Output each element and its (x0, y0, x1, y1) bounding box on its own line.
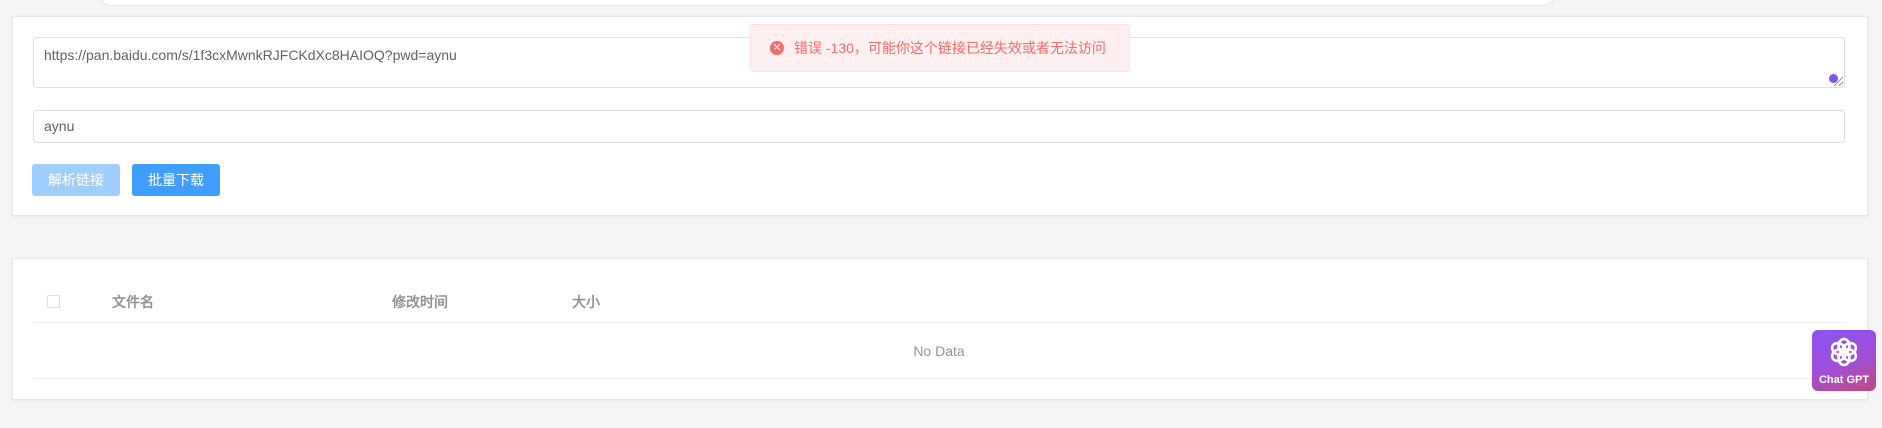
password-input[interactable]: aynu (33, 110, 1845, 143)
error-circle-icon: ✕ (770, 41, 784, 55)
extension-indicator-dot[interactable] (1829, 74, 1838, 83)
column-header-filename[interactable]: 文件名 (112, 293, 154, 311)
column-header-size[interactable]: 大小 (572, 293, 600, 311)
chatgpt-label: Chat GPT (1818, 374, 1870, 386)
share-url-text: https://pan.baidu.com/s/1f3cxMwnkRJFCKdX… (44, 47, 457, 63)
batch-download-button[interactable]: 批量下载 (132, 164, 220, 196)
openai-logo-icon (1830, 337, 1858, 367)
table-header-row: 文件名 修改时间 大小 (33, 281, 1845, 323)
error-message-text: 错误 -130，可能你这个链接已经失效或者无法访问 (794, 40, 1106, 56)
file-list-card: 文件名 修改时间 大小 No Data (12, 258, 1868, 400)
password-text: aynu (44, 118, 75, 134)
error-message-toast: ✕ 错误 -130，可能你这个链接已经失效或者无法访问 (750, 24, 1130, 72)
table-empty-placeholder: No Data (33, 323, 1845, 379)
chatgpt-floating-button[interactable]: Chat GPT (1812, 330, 1876, 391)
top-bar-remnant (98, 0, 1556, 6)
column-header-modified-time[interactable]: 修改时间 (392, 293, 448, 311)
select-all-checkbox[interactable] (47, 295, 60, 308)
parse-link-button[interactable]: 解析链接 (32, 164, 120, 196)
